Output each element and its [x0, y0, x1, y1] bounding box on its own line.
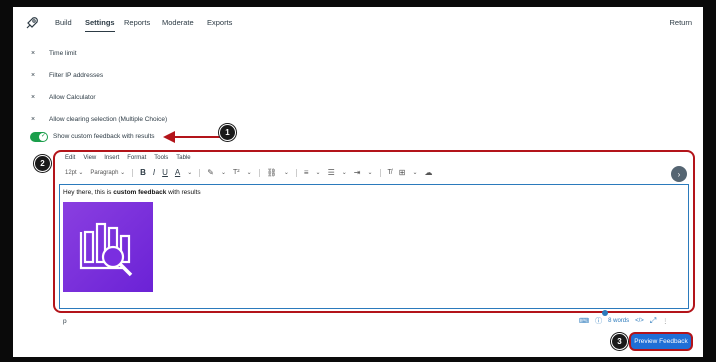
setting-filter-ip[interactable]: × Filter IP addresses	[31, 69, 103, 81]
menu-format[interactable]: Format	[127, 155, 146, 161]
app-window: Build Settings Reports Moderate Exports …	[13, 7, 703, 357]
block-format-select[interactable]: Paragraph ⌄	[90, 169, 125, 176]
close-icon[interactable]: ×	[31, 94, 49, 101]
cloud-icon[interactable]: ☁	[425, 168, 433, 177]
editor-content-area[interactable]	[59, 184, 689, 309]
keyboard-icon[interactable]: ⌨	[579, 317, 589, 325]
element-path: p	[63, 318, 67, 325]
link-icon[interactable]: ⛓	[267, 168, 277, 177]
inserted-image[interactable]	[63, 202, 153, 292]
chevron-down-icon[interactable]: ⌄	[247, 169, 252, 176]
setting-label: Allow Calculator	[49, 93, 96, 101]
menu-edit[interactable]: Edit	[65, 155, 75, 161]
superscript-icon[interactable]: T²	[233, 169, 240, 176]
list-icon[interactable]: ☰	[328, 168, 335, 177]
toggle-label: Show custom feedback with results	[53, 133, 155, 140]
highlight-icon[interactable]: ✎	[207, 168, 214, 177]
chevron-down-icon[interactable]: ⌄	[316, 169, 321, 176]
word-count[interactable]: 8 words	[608, 318, 629, 324]
menu-view[interactable]: View	[83, 155, 96, 161]
align-icon[interactable]: ≡	[304, 168, 309, 177]
callout-badge-1: 1	[219, 124, 236, 141]
return-link[interactable]: Return	[669, 18, 692, 27]
accessibility-icon[interactable]: ⓘ	[595, 316, 602, 326]
menu-tools[interactable]: Tools	[154, 155, 168, 161]
underline-icon[interactable]: U	[162, 168, 168, 177]
setting-label: Filter IP addresses	[49, 71, 104, 79]
clear-format-icon[interactable]: T̸	[388, 169, 392, 176]
top-nav: Build Settings Reports Moderate Exports …	[13, 7, 703, 39]
more-toolbar-button[interactable]: ›	[671, 166, 687, 182]
chevron-down-icon[interactable]: ⌄	[342, 169, 347, 176]
editor-content-text: Hey there, this is custom feedback with …	[63, 189, 201, 196]
table-icon[interactable]: ⊞	[399, 168, 406, 177]
setting-label: Allow clearing selection (Multiple Choic…	[49, 115, 168, 123]
setting-allow-clearing[interactable]: × Allow clearing selection (Multiple Cho…	[31, 113, 167, 125]
tab-exports[interactable]: Exports	[207, 18, 232, 27]
toolbar-divider	[258, 168, 260, 177]
drag-handle-icon[interactable]: ⋮	[662, 318, 668, 325]
check-icon: ✓	[40, 133, 46, 139]
text-color-icon[interactable]: A	[175, 168, 180, 177]
callout-badge-3: 3	[611, 333, 628, 350]
tab-settings[interactable]: Settings	[85, 18, 115, 32]
editor-menubar: Edit View Insert Format Tools Table	[65, 155, 191, 161]
tab-reports[interactable]: Reports	[124, 18, 150, 27]
close-icon[interactable]: ×	[31, 72, 49, 79]
chevron-down-icon[interactable]: ⌄	[221, 169, 226, 176]
chevron-down-icon[interactable]: ⌄	[187, 169, 192, 176]
report-search-icon	[79, 222, 133, 277]
setting-label: Time limit	[49, 49, 77, 57]
chevron-down-icon[interactable]: ⌄	[284, 169, 289, 176]
toolbar-divider	[295, 168, 297, 177]
fullscreen-icon[interactable]: ⤢	[650, 316, 656, 326]
toolbar-divider	[132, 168, 134, 177]
close-icon[interactable]: ×	[31, 116, 49, 123]
preview-feedback-button[interactable]: Preview Feedback	[631, 334, 691, 349]
toolbar-divider	[199, 168, 201, 177]
editor-statusbar: ⌨ ⓘ 8 words </> ⤢ ⋮	[579, 316, 668, 326]
html-view-icon[interactable]: </>	[635, 318, 644, 324]
italic-icon[interactable]: I	[153, 168, 155, 177]
editor-toolbar: 12pt ⌄ Paragraph ⌄ B I U A ⌄ ✎ ⌄ T² ⌄ ⛓ ⌄ ≡ ⌄…	[65, 168, 433, 177]
tab-moderate[interactable]: Moderate	[162, 18, 194, 27]
font-size-select[interactable]: 12pt ⌄	[65, 169, 83, 176]
chevron-down-icon[interactable]: ⌄	[412, 169, 417, 176]
menu-insert[interactable]: Insert	[104, 155, 119, 161]
indent-icon[interactable]: ⇥	[354, 168, 361, 177]
chevron-down-icon[interactable]: ⌄	[367, 169, 372, 176]
custom-feedback-toggle[interactable]: ✓	[30, 132, 48, 142]
menu-table[interactable]: Table	[176, 155, 190, 161]
bold-icon[interactable]: B	[140, 168, 146, 177]
callout-badge-2: 2	[34, 155, 51, 172]
close-icon[interactable]: ×	[31, 50, 49, 57]
setting-allow-calculator[interactable]: × Allow Calculator	[31, 91, 96, 103]
annotation-arrow-icon	[163, 131, 221, 143]
toolbar-divider	[379, 168, 381, 177]
setting-time-limit[interactable]: × Time limit	[31, 47, 77, 59]
tab-build[interactable]: Build	[55, 18, 72, 27]
rocket-icon[interactable]	[24, 15, 40, 31]
